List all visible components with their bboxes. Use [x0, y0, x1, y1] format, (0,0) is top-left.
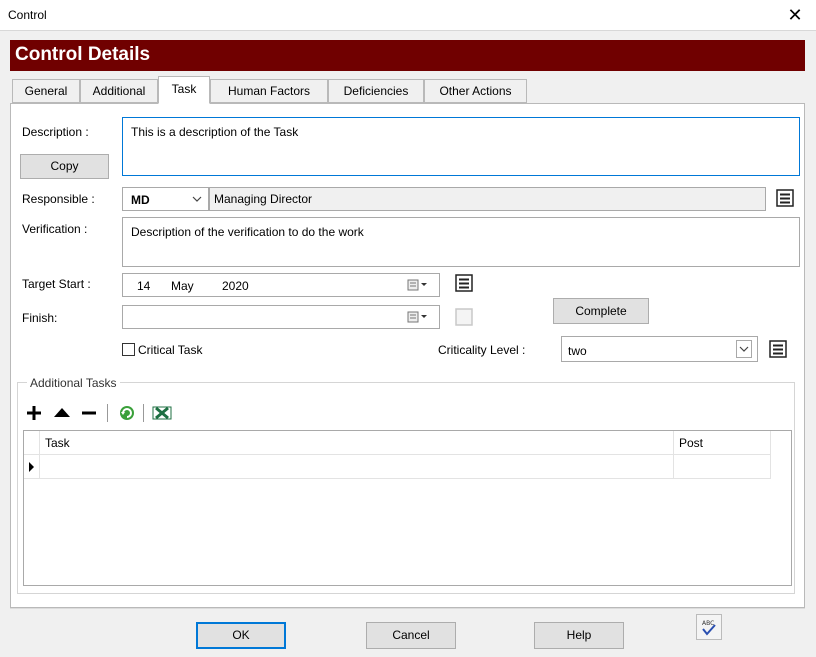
additional-tasks-label: Additional Tasks — [27, 376, 120, 390]
svg-text:ABC: ABC — [702, 620, 714, 627]
tab-additional[interactable]: Additional — [80, 79, 158, 103]
toolbar-divider — [107, 404, 108, 422]
description-field[interactable]: This is a description of the Task — [122, 117, 800, 176]
finish-label: Finish: — [22, 311, 58, 325]
tab-human-factors[interactable]: Human Factors — [210, 79, 328, 103]
responsible-label: Responsible : — [22, 192, 95, 206]
verification-field[interactable]: Description of the verification to do th… — [122, 217, 800, 267]
criticality-level-value: two — [568, 344, 587, 358]
lookup-list-icon[interactable] — [768, 339, 788, 359]
row-indicator-header — [24, 431, 40, 455]
description-label: Description : — [22, 125, 89, 139]
refresh-icon[interactable] — [118, 404, 136, 422]
lookup-list-icon[interactable] — [775, 188, 795, 208]
responsible-name: Managing Director — [214, 192, 313, 206]
description-text: This is a description of the Task — [131, 125, 299, 139]
verification-label: Verification : — [22, 222, 88, 236]
table-row[interactable] — [24, 455, 771, 479]
target-start-year: 2020 — [222, 279, 249, 293]
calendar-dropdown-icon[interactable] — [405, 277, 435, 293]
close-icon[interactable]: ✕ — [784, 4, 806, 26]
tab-task[interactable]: Task — [158, 76, 210, 104]
critical-task-checkbox[interactable] — [122, 343, 135, 356]
tab-deficiencies[interactable]: Deficiencies — [328, 79, 424, 103]
target-start-day: 14 — [137, 279, 151, 293]
lookup-list-disabled-icon — [454, 307, 474, 327]
ok-button[interactable]: OK — [196, 622, 286, 649]
move-up-icon[interactable] — [53, 404, 71, 422]
criticality-level-select[interactable]: two — [561, 336, 758, 362]
row-indicator — [24, 455, 40, 479]
additional-tasks-toolbar — [25, 402, 185, 424]
calendar-dropdown-icon[interactable] — [405, 309, 435, 325]
target-start-month: May — [171, 279, 194, 293]
criticality-level-label: Criticality Level : — [438, 343, 526, 357]
tab-general[interactable]: General — [12, 79, 80, 103]
window-title: Control — [8, 8, 47, 22]
add-icon[interactable] — [25, 404, 43, 422]
help-button[interactable]: Help — [534, 622, 624, 649]
cell-task[interactable] — [40, 455, 674, 479]
remove-icon[interactable] — [80, 404, 98, 422]
verification-text: Description of the verification to do th… — [131, 225, 364, 239]
tab-other-actions[interactable]: Other Actions — [424, 79, 527, 103]
toolbar-divider — [143, 404, 144, 422]
excel-export-icon[interactable] — [152, 404, 172, 422]
page-title: Control Details — [15, 44, 151, 65]
complete-button[interactable]: Complete — [553, 298, 649, 324]
column-header-post[interactable]: Post — [674, 431, 771, 455]
chevron-down-icon[interactable] — [736, 340, 752, 358]
target-start-date-field[interactable]: 14 May 2020 — [122, 273, 440, 297]
chevron-down-icon[interactable] — [189, 190, 205, 208]
cell-post[interactable] — [674, 455, 771, 479]
lookup-list-icon[interactable] — [454, 273, 474, 293]
grid-header-row: Task Post — [24, 431, 771, 455]
critical-task-label: Critical Task — [138, 343, 203, 357]
responsible-name-field: Managing Director — [209, 187, 766, 211]
column-header-task[interactable]: Task — [40, 431, 674, 455]
copy-button[interactable]: Copy — [20, 154, 109, 179]
responsible-code: MD — [131, 193, 150, 207]
title-bar: Control ✕ — [0, 0, 816, 31]
spellcheck-icon[interactable]: ABC — [696, 614, 722, 640]
target-start-label: Target Start : — [22, 277, 91, 291]
finish-date-field[interactable] — [122, 305, 440, 329]
header-banner: Control Details — [10, 40, 805, 71]
cancel-button[interactable]: Cancel — [366, 622, 456, 649]
